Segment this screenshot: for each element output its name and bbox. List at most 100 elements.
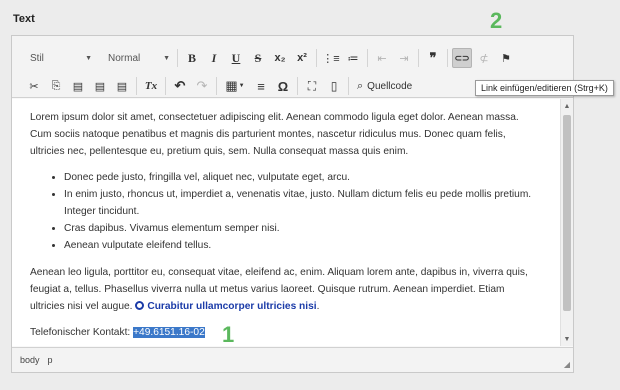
clipboard-text-icon: ▤	[94, 80, 106, 93]
link-button[interactable]: ⊂⊃	[452, 48, 472, 68]
unlink-icon: ⊄	[479, 52, 489, 65]
bulleted-list-button[interactable]: ≔	[343, 48, 363, 68]
paragraph-2-end: .	[316, 301, 320, 312]
paste-text-button[interactable]: ▤	[90, 76, 110, 96]
editor-content[interactable]: Lorem ipsum dolor sit amet, consectetuer…	[12, 99, 560, 346]
field-label: Text	[13, 13, 35, 25]
toolbar-row-2: ✂ ⎘ ▤ ▤ ▤ Tx ↶ ↷ ▦ ▼ ≡ Ω ⛶ ▯ ⌕ Quellcode	[12, 73, 417, 99]
numbered-list-icon: ⋮≡	[322, 52, 340, 65]
italic-button[interactable]: I	[204, 48, 224, 68]
undo-button[interactable]: ↶	[170, 76, 190, 96]
quote-icon: ❞	[429, 50, 437, 65]
vertical-scrollbar[interactable]: ▲ ▼	[560, 99, 573, 346]
redo-button[interactable]: ↷	[192, 76, 212, 96]
paragraph-2: Aenean leo ligula, porttitor eu, consequ…	[30, 264, 540, 315]
path-item-p[interactable]: p	[48, 355, 53, 365]
toolbar-separator	[348, 77, 349, 95]
scroll-thumb[interactable]	[563, 115, 571, 311]
subscript-icon: x₂	[274, 52, 286, 64]
chevron-down-icon: ▼	[163, 54, 170, 62]
italic-icon: I	[211, 50, 217, 65]
bold-button[interactable]: B	[182, 48, 202, 68]
show-blocks-button[interactable]: ▯	[324, 76, 344, 96]
remove-format-button[interactable]: Tx	[141, 76, 161, 96]
anchor-button[interactable]: ⚑	[496, 48, 516, 68]
toolbar-separator	[297, 77, 298, 95]
remove-format-icon: Tx	[144, 80, 158, 92]
indent-icon: ⇥	[399, 52, 409, 65]
redo-icon: ↷	[196, 78, 208, 93]
maximize-button[interactable]: ⛶	[302, 76, 322, 96]
path-item-body[interactable]: body	[20, 355, 40, 365]
toolbar-separator	[316, 49, 317, 67]
underline-icon: U	[231, 50, 241, 65]
bulleted-list-icon: ≔	[347, 52, 359, 65]
paste-button[interactable]: ▤	[68, 76, 88, 96]
circle-link-icon	[135, 301, 145, 310]
toolbar-separator	[447, 49, 448, 67]
outdent-button[interactable]: ⇤	[372, 48, 392, 68]
clipboard-icon: ▤	[72, 80, 84, 93]
paragraph-1: Lorem ipsum dolor sit amet, consectetuer…	[30, 112, 519, 157]
list-item: Cras dapibus. Vivamus elementum semper n…	[64, 220, 540, 237]
unlink-button[interactable]: ⊄	[474, 48, 494, 68]
underline-button[interactable]: U	[226, 48, 246, 68]
bold-icon: B	[187, 50, 196, 65]
superscript-button[interactable]: x²	[292, 48, 312, 68]
strikethrough-button[interactable]: S	[248, 48, 268, 68]
blockquote-button[interactable]: ❞	[423, 48, 443, 68]
source-label: Quellcode	[367, 80, 413, 92]
toolbar-separator	[216, 77, 217, 95]
special-char-button[interactable]: Ω	[273, 76, 293, 96]
callout-step-2: 2	[490, 8, 503, 33]
chevron-down-icon: ▼	[238, 83, 245, 89]
superscript-icon: x²	[297, 52, 307, 64]
flag-icon: ⚑	[501, 52, 511, 65]
maximize-icon: ⛶	[307, 78, 317, 93]
clipboard-word-icon: ▤	[116, 80, 128, 93]
strikethrough-icon: S	[254, 50, 262, 65]
phone-label: Telefonischer Kontakt:	[30, 327, 131, 338]
toolbar-separator	[177, 49, 178, 67]
chevron-down-icon: ▼	[85, 54, 92, 62]
list-item: Donec pede justo, fringilla vel, aliquet…	[64, 169, 540, 186]
source-button[interactable]: ⌕ Quellcode	[353, 76, 416, 96]
toolbar-separator	[367, 49, 368, 67]
indent-button[interactable]: ⇥	[394, 48, 414, 68]
table-icon: ▦	[225, 78, 238, 93]
horizontal-rule-button[interactable]: ≡	[251, 76, 271, 96]
horizontal-rule-icon: ≡	[257, 78, 265, 94]
style-dropdown-value: Stil	[30, 52, 44, 64]
phone-number-selection[interactable]: +49.6151.16-02	[133, 327, 205, 338]
toolbar-separator	[136, 77, 137, 95]
undo-icon: ↶	[174, 78, 186, 93]
bulleted-list: Donec pede justo, fringilla vel, aliquet…	[64, 169, 540, 254]
subscript-button[interactable]: x₂	[270, 48, 290, 68]
outdent-icon: ⇤	[377, 52, 387, 65]
scissors-icon: ✂	[29, 80, 39, 93]
toolbar-separator	[165, 77, 166, 95]
list-item: In enim justo, rhoncus ut, imperdiet a, …	[64, 186, 540, 220]
copy-icon: ⎘	[51, 79, 61, 92]
phone-paragraph: Telefonischer Kontakt: +49.6151.16-02	[30, 324, 540, 341]
source-icon: ⌕	[357, 79, 364, 92]
scroll-down-icon[interactable]: ▼	[561, 332, 573, 346]
table-button[interactable]: ▦ ▼	[221, 76, 249, 96]
resize-grip-icon[interactable]: ◢	[564, 360, 570, 369]
cut-button[interactable]: ✂	[24, 76, 44, 96]
format-dropdown[interactable]: Normal ▼	[102, 48, 174, 68]
numbered-list-button[interactable]: ⋮≡	[321, 48, 341, 68]
toolbar-row-1: Stil ▼ Normal ▼ B I U S x₂ x² ⋮≡ ≔ ⇤ ⇥ ❞…	[12, 45, 517, 71]
show-blocks-icon: ▯	[330, 79, 338, 93]
link-tooltip: Link einfügen/editieren (Strg+K)	[475, 80, 614, 96]
list-item: Aenean vulputate eleifend tellus.	[64, 237, 540, 254]
scroll-up-icon[interactable]: ▲	[561, 99, 573, 113]
paste-word-button[interactable]: ▤	[112, 76, 132, 96]
format-dropdown-value: Normal	[108, 52, 141, 64]
inline-link[interactable]: Curabitur ullamcorper ultricies nisi	[135, 301, 317, 312]
link-icon: ⊂⊃	[454, 52, 470, 63]
copy-button[interactable]: ⎘	[46, 76, 66, 96]
style-dropdown[interactable]: Stil ▼	[24, 48, 96, 68]
toolbar-separator	[418, 49, 419, 67]
inline-link-text: Curabitur ullamcorper ultricies nisi	[147, 301, 317, 312]
